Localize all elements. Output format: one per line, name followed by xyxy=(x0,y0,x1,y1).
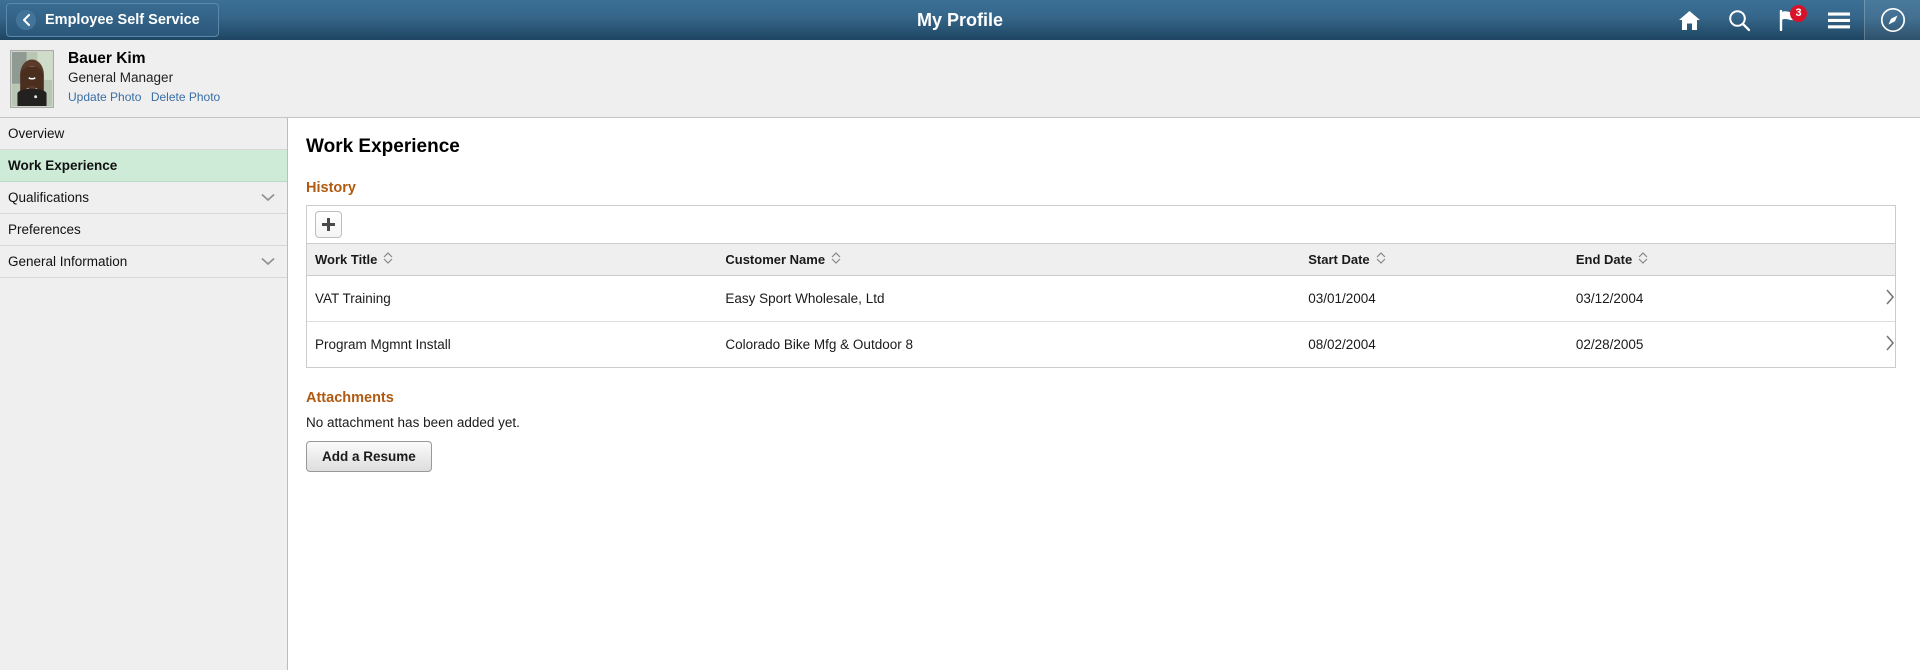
delete-photo-link[interactable]: Delete Photo xyxy=(151,90,220,104)
cell-start-date: 03/01/2004 xyxy=(1300,275,1568,322)
chevron-right-icon xyxy=(1886,289,1895,305)
work-experience-table: Work Title Customer Name Start Date End … xyxy=(307,244,1895,367)
cell-start-date: 08/02/2004 xyxy=(1300,321,1568,367)
column-header-end-date[interactable]: End Date xyxy=(1567,244,1848,276)
notification-badge: 3 xyxy=(1790,5,1807,22)
profile-name: Bauer Kim xyxy=(68,50,146,68)
attachments-section: Attachments No attachment has been added… xyxy=(306,390,1896,472)
back-to-employee-self-service-button[interactable]: Employee Self Service xyxy=(6,3,219,37)
plus-icon xyxy=(322,218,335,231)
app-header: Employee Self Service My Profile 3 xyxy=(0,0,1920,40)
header-icon-group: 3 xyxy=(1664,0,1920,40)
sidebar-item-label: Preferences xyxy=(8,222,81,237)
avatar xyxy=(10,49,54,108)
column-header-label: Start Date xyxy=(1308,252,1370,267)
page-title: My Profile xyxy=(916,9,1004,30)
actions-menu-icon[interactable] xyxy=(1814,0,1864,40)
sidebar-item-general-information[interactable]: General Information xyxy=(0,246,287,278)
profile-text-block: Bauer Kim General Manager Update Photo D… xyxy=(68,49,225,108)
page-body: Overview Work Experience Qualifications … xyxy=(0,118,1920,670)
attachments-heading: Attachments xyxy=(306,390,394,406)
sidebar-item-label: Overview xyxy=(8,126,65,141)
cell-work-title: Program Mgmnt Install xyxy=(307,321,718,367)
table-header: Work Title Customer Name Start Date End … xyxy=(307,244,1895,276)
cell-customer-name: Easy Sport Wholesale, Ltd xyxy=(717,275,1301,322)
main-content: Work Experience History Work Title Custo… xyxy=(288,118,1920,670)
column-header-customer-name[interactable]: Customer Name xyxy=(717,244,1301,276)
attachments-empty-message: No attachment has been added yet. xyxy=(306,415,520,430)
table-row[interactable]: VAT Training Easy Sport Wholesale, Ltd 0… xyxy=(307,275,1895,322)
back-button-label: Employee Self Service xyxy=(45,12,200,28)
row-detail-button[interactable] xyxy=(1847,321,1895,367)
sidebar-item-preferences[interactable]: Preferences xyxy=(0,214,287,246)
history-heading: History xyxy=(306,180,356,196)
column-header-label: Customer Name xyxy=(725,252,826,267)
sidebar-item-label: General Information xyxy=(8,254,128,269)
sort-icon xyxy=(1376,252,1386,267)
table-header-row: Work Title Customer Name Start Date End … xyxy=(307,244,1895,276)
page-heading: Work Experience xyxy=(306,136,460,157)
notifications-flag-icon[interactable]: 3 xyxy=(1764,0,1814,40)
sort-icon xyxy=(383,252,393,267)
sidebar-item-work-experience[interactable]: Work Experience xyxy=(0,150,287,182)
column-header-detail xyxy=(1847,244,1895,276)
sidebar-item-qualifications[interactable]: Qualifications xyxy=(0,182,287,214)
cell-end-date: 02/28/2005 xyxy=(1567,321,1848,367)
sort-icon xyxy=(1638,252,1648,267)
table-row[interactable]: Program Mgmnt Install Colorado Bike Mfg … xyxy=(307,321,1895,367)
column-header-label: End Date xyxy=(1575,252,1633,267)
update-photo-link[interactable]: Update Photo xyxy=(68,90,141,104)
sidebar-item-label: Work Experience xyxy=(8,158,118,173)
home-icon[interactable] xyxy=(1664,0,1714,40)
column-header-work-title[interactable]: Work Title xyxy=(307,244,718,276)
cell-customer-name: Colorado Bike Mfg & Outdoor 8 xyxy=(717,321,1301,367)
column-header-label: Work Title xyxy=(315,252,378,267)
sort-icon xyxy=(831,252,841,267)
search-icon[interactable] xyxy=(1714,0,1764,40)
profile-photo-actions: Update Photo Delete Photo xyxy=(68,87,225,107)
sidebar-item-overview[interactable]: Overview xyxy=(0,118,287,150)
add-a-resume-button[interactable]: Add a Resume xyxy=(306,441,432,472)
chevron-down-icon xyxy=(261,190,275,205)
table-body: VAT Training Easy Sport Wholesale, Ltd 0… xyxy=(307,275,1895,367)
column-header-start-date[interactable]: Start Date xyxy=(1300,244,1568,276)
cell-end-date: 03/12/2004 xyxy=(1567,275,1848,322)
grid-toolbar xyxy=(307,206,1895,244)
sidebar-item-label: Qualifications xyxy=(8,190,90,205)
cell-work-title: VAT Training xyxy=(307,275,718,322)
profile-sidebar-nav: Overview Work Experience Qualifications … xyxy=(0,118,288,670)
add-row-button[interactable] xyxy=(315,211,342,238)
chevron-right-icon xyxy=(1886,335,1895,351)
chevron-left-icon xyxy=(16,10,36,30)
chevron-down-icon xyxy=(261,254,275,269)
profile-summary-bar: Bauer Kim General Manager Update Photo D… xyxy=(0,40,1920,118)
work-experience-grid: Work Title Customer Name Start Date End … xyxy=(306,205,1896,368)
profile-job-title: General Manager xyxy=(68,70,174,86)
row-detail-button[interactable] xyxy=(1847,275,1895,322)
nav-bar-compass-icon[interactable] xyxy=(1864,0,1920,40)
